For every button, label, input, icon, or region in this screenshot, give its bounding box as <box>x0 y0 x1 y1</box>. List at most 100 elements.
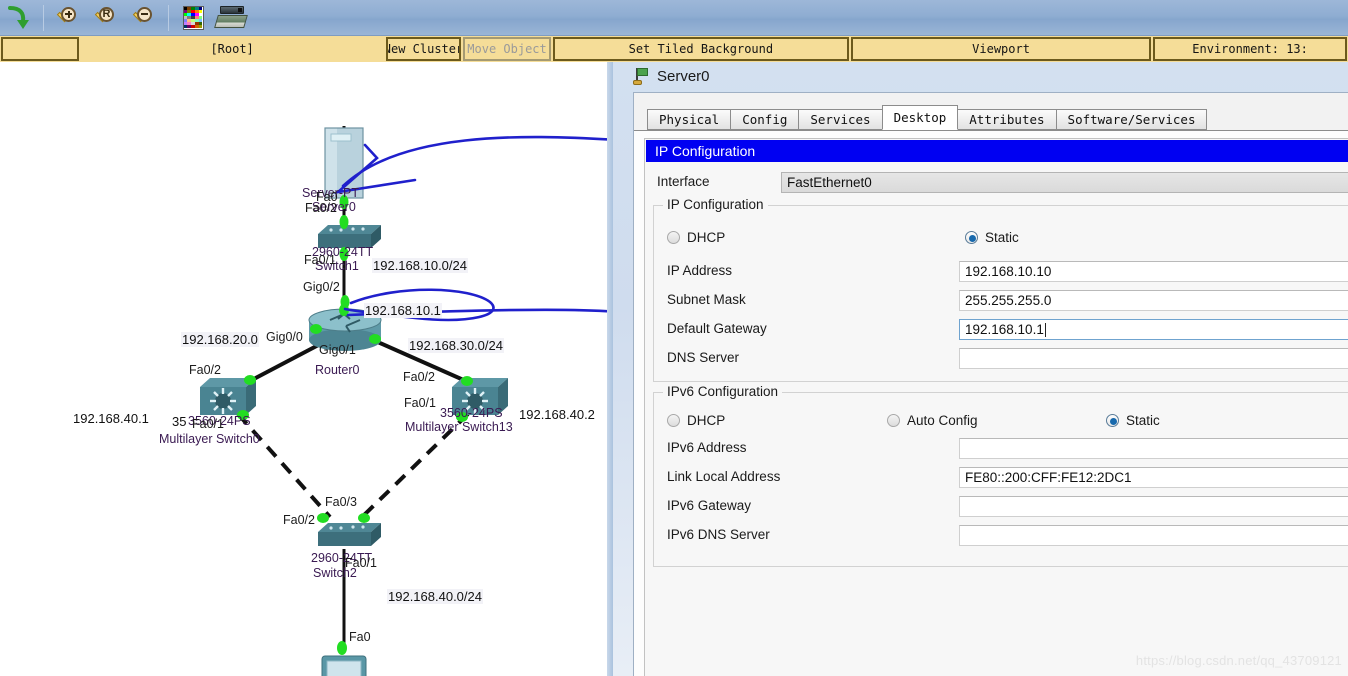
packet-tracer-window: R [Root] New Cluster Move Object Set Til <box>0 0 1348 676</box>
interface-dropdown[interactable]: FastEthernet0 <box>781 172 1348 193</box>
ipv6-dhcp-label: DHCP <box>687 413 726 428</box>
toolbar-separator-1 <box>43 4 44 31</box>
port-label-mls13-fa0-1: Fa0/1 <box>404 396 436 410</box>
port-label-router-gig0-2: Gig0/2 <box>303 280 340 294</box>
new-cluster-button[interactable]: New Cluster <box>385 37 462 61</box>
move-object-button[interactable]: Move Object <box>463 37 551 61</box>
device-label-mls13-type: 3560-24PS <box>440 406 503 420</box>
cluster-toolbar: [Root] New Cluster Move Object Set Tiled… <box>0 36 1348 62</box>
ipv6-auto-config-label: Auto Config <box>907 413 978 428</box>
tab-services[interactable]: Services <box>798 109 883 130</box>
ipv4-static-radio[interactable]: Static <box>965 230 1019 245</box>
interface-label: Interface <box>657 174 710 189</box>
device-label-router0-name: Router0 <box>315 363 360 377</box>
device-panel: Physical Config Services Desktop Attribu… <box>633 92 1348 676</box>
device-label-mls13-name: Multilayer Switch13 <box>405 420 513 434</box>
port-label-pc0-fa0: Fa0 <box>349 630 371 644</box>
ipv6-auto-config-radio[interactable]: Auto Config <box>887 413 978 428</box>
ipv6-address-input[interactable] <box>959 438 1348 459</box>
palette-icon[interactable] <box>176 2 210 34</box>
ipv6-gateway-input[interactable] <box>959 496 1348 517</box>
ip-address-input[interactable]: 192.168.10.10 <box>959 261 1348 282</box>
desktop-tab-content: IP Configuration Interface FastEthernet0… <box>634 130 1348 676</box>
zoom-reset-icon[interactable]: R <box>89 2 123 34</box>
default-gateway-value: 192.168.10.1 <box>965 322 1044 337</box>
network-label-192-168-40-0: 192.168.40.0/24 <box>387 589 483 604</box>
viewport-button[interactable]: Viewport <box>850 37 1152 61</box>
port-label-mls13-fa0-2: Fa0/2 <box>403 370 435 384</box>
zoom-in-icon[interactable] <box>51 2 85 34</box>
device-tab-bar: Physical Config Services Desktop Attribu… <box>647 105 1208 130</box>
ipv4-group-title: IP Configuration <box>663 197 768 212</box>
port-label-router-gig0-0: Gig0/0 <box>266 330 303 344</box>
ip-configuration-header: IP Configuration <box>646 140 1348 162</box>
dns-server-input[interactable] <box>959 348 1348 369</box>
ip-address-label: IP Address <box>667 263 733 278</box>
port-label-mls0-fa0-2: Fa0/2 <box>189 363 221 377</box>
port-label-switch2-fa0-3: Fa0/3 <box>325 495 357 509</box>
network-label-gateway-10-1: 192.168.10.1 <box>364 303 442 318</box>
tab-desktop[interactable]: Desktop <box>881 105 959 130</box>
ipv6-group-title: IPv6 Configuration <box>663 384 783 399</box>
ipv4-dhcp-label: DHCP <box>687 230 726 245</box>
device-window: Server0 Physical Config Services Desktop… <box>613 62 1348 676</box>
radio-dot-icon <box>965 231 978 244</box>
ipv4-dhcp-radio[interactable]: DHCP <box>667 230 725 245</box>
network-label-192-168-40-2: 192.168.40.2 <box>519 407 595 422</box>
ipv4-static-label: Static <box>985 230 1019 245</box>
ipv6-gateway-label: IPv6 Gateway <box>667 498 752 513</box>
device-label-switch2-name: Switch2 <box>313 566 357 580</box>
tab-software-services[interactable]: Software/Services <box>1055 109 1208 130</box>
default-gateway-label: Default Gateway <box>667 321 767 336</box>
radio-dot-icon <box>887 414 900 427</box>
dns-server-label: DNS Server <box>667 350 740 365</box>
port-label-router-gig0-1: Gig0/1 <box>319 343 356 357</box>
port-label-switch1-fa0-2: Fa0/2 <box>305 201 337 215</box>
link-local-address-label: Link Local Address <box>667 469 781 484</box>
network-label-192-168-40-1: 192.168.40.1 <box>73 411 149 426</box>
toolbar-separator-2 <box>168 4 169 31</box>
radio-dot-icon <box>1106 414 1119 427</box>
link-local-address-input[interactable]: FE80::200:CFF:FE12:2DC1 <box>959 467 1348 488</box>
cluster-back-button[interactable] <box>1 37 79 61</box>
logical-workspace[interactable]: Server-PT Server0 Fa0 Fa0/2 2960-24TT Sw… <box>0 62 613 676</box>
radio-dot-icon <box>667 231 680 244</box>
device-window-title: Server0 <box>657 68 710 85</box>
topology-canvas <box>200 126 613 676</box>
port-label-switch2-fa0-2: Fa0/2 <box>283 513 315 527</box>
tab-config[interactable]: Config <box>730 109 800 130</box>
label-vlan-number-35: 35 <box>172 414 187 429</box>
ipv6-static-label: Static <box>1126 413 1160 428</box>
port-label-mls0-fa0-1: Fa0/1 <box>192 417 224 431</box>
ipv6-dns-server-input[interactable] <box>959 525 1348 546</box>
server-icon <box>633 68 650 85</box>
undo-arrow-glyph <box>8 5 29 29</box>
device-label-mls0-name: Multilayer Switch0 <box>159 432 260 446</box>
ipv6-dns-server-label: IPv6 DNS Server <box>667 527 770 542</box>
set-tiled-background-button[interactable]: Set Tiled Background <box>552 37 849 61</box>
subnet-mask-label: Subnet Mask <box>667 292 746 307</box>
custom-device-icon[interactable] <box>214 2 248 34</box>
device-icon-switch2[interactable] <box>318 523 381 546</box>
environment-button[interactable]: Environment: 13: <box>1153 37 1347 61</box>
device-window-titlebar: Server0 <box>633 68 710 85</box>
ipv6-static-radio[interactable]: Static <box>1106 413 1160 428</box>
text-caret <box>1044 322 1046 337</box>
network-label-192-168-10-0: 192.168.10.0/24 <box>372 258 468 273</box>
tab-physical[interactable]: Physical <box>647 109 732 130</box>
subnet-mask-input[interactable]: 255.255.255.0 <box>959 290 1348 311</box>
undo-arrow-icon[interactable] <box>2 2 36 34</box>
port-label-switch1-fa0-1: Fa0/1 <box>304 253 336 267</box>
main-toolbar: R <box>0 0 1348 36</box>
ipv6-dhcp-radio[interactable]: DHCP <box>667 413 725 428</box>
zoom-out-icon[interactable] <box>127 2 161 34</box>
radio-dot-icon <box>667 414 680 427</box>
default-gateway-input[interactable]: 192.168.10.1 <box>959 319 1348 340</box>
cluster-root-label: [Root] <box>80 37 384 61</box>
ipv6-address-label: IPv6 Address <box>667 440 747 455</box>
network-label-192-168-30-0: 192.168.30.0/24 <box>408 338 504 353</box>
device-icon-pc0[interactable] <box>316 655 380 676</box>
watermark-text: https://blog.csdn.net/qq_43709121 <box>1135 653 1342 668</box>
network-label-192-168-20-0: 192.168.20.0 <box>181 332 259 347</box>
tab-attributes[interactable]: Attributes <box>957 109 1057 130</box>
